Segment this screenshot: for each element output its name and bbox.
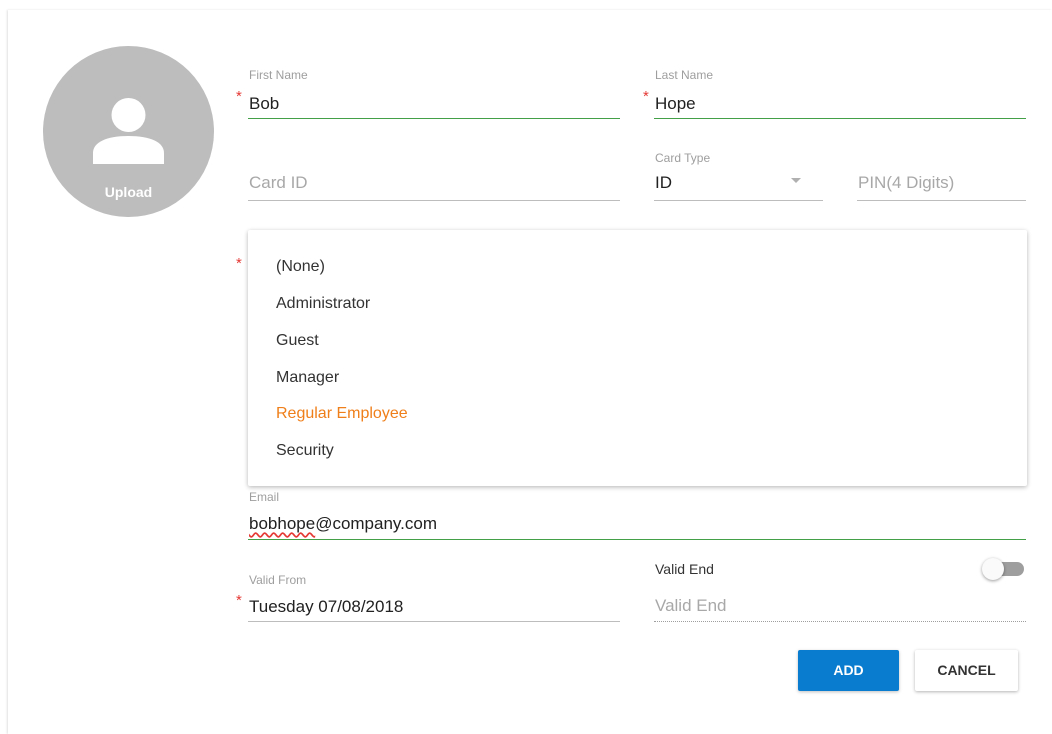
menu-item-manager[interactable]: Manager — [276, 369, 339, 387]
first-name-required-mark: * — [236, 88, 242, 105]
email-underline — [248, 539, 1026, 540]
cancel-button[interactable]: CANCEL — [915, 650, 1018, 691]
valid-from-underline — [248, 621, 620, 622]
first-name-underline — [248, 118, 620, 119]
upload-label: Upload — [104, 184, 153, 200]
card-type-select[interactable]: ID — [655, 173, 672, 193]
card-type-label: Card Type — [655, 151, 711, 165]
valid-from-input[interactable]: Tuesday 07/08/2018 — [249, 597, 403, 617]
last-name-underline — [654, 118, 1026, 119]
add-button[interactable]: ADD — [798, 650, 899, 691]
pin-input[interactable]: PIN(4 Digits) — [858, 173, 954, 193]
email-user: bobhope — [249, 514, 316, 533]
last-name-input[interactable]: Hope — [655, 94, 696, 114]
menu-item-administrator[interactable]: Administrator — [276, 295, 370, 313]
last-name-label: Last Name — [655, 68, 714, 82]
last-name-required-mark: * — [643, 88, 649, 105]
valid-end-input: Valid End — [655, 596, 727, 615]
valid-end-underline — [654, 621, 1026, 622]
card-type-underline — [654, 200, 823, 201]
valid-from-label: Valid From — [249, 573, 307, 587]
pin-underline — [857, 200, 1026, 201]
person-icon — [93, 98, 164, 164]
email-input[interactable]: bobhope@company.com — [249, 514, 437, 534]
valid-from-required-mark: * — [236, 592, 242, 609]
role-required-mark: * — [236, 255, 242, 272]
first-name-input[interactable]: Bob — [249, 94, 279, 114]
valid-end-label: Valid End — [655, 561, 714, 577]
menu-item-none[interactable]: (None) — [276, 258, 325, 276]
card-id-underline — [248, 200, 620, 201]
avatar-upload[interactable]: Upload — [43, 46, 214, 217]
card-id-input[interactable]: Card ID — [249, 173, 308, 193]
role-dropdown-menu: (None) Administrator Guest Manager Regul… — [248, 230, 1027, 486]
email-domain: @company.com — [315, 514, 438, 533]
menu-item-guest[interactable]: Guest — [276, 332, 319, 350]
menu-item-regular-employee[interactable]: Regular Employee — [276, 405, 408, 423]
valid-end-toggle[interactable] — [982, 558, 1004, 580]
email-label: Email — [249, 490, 280, 504]
first-name-label: First Name — [249, 68, 308, 82]
chevron-down-icon[interactable] — [791, 178, 801, 183]
menu-item-security[interactable]: Security — [276, 442, 334, 460]
